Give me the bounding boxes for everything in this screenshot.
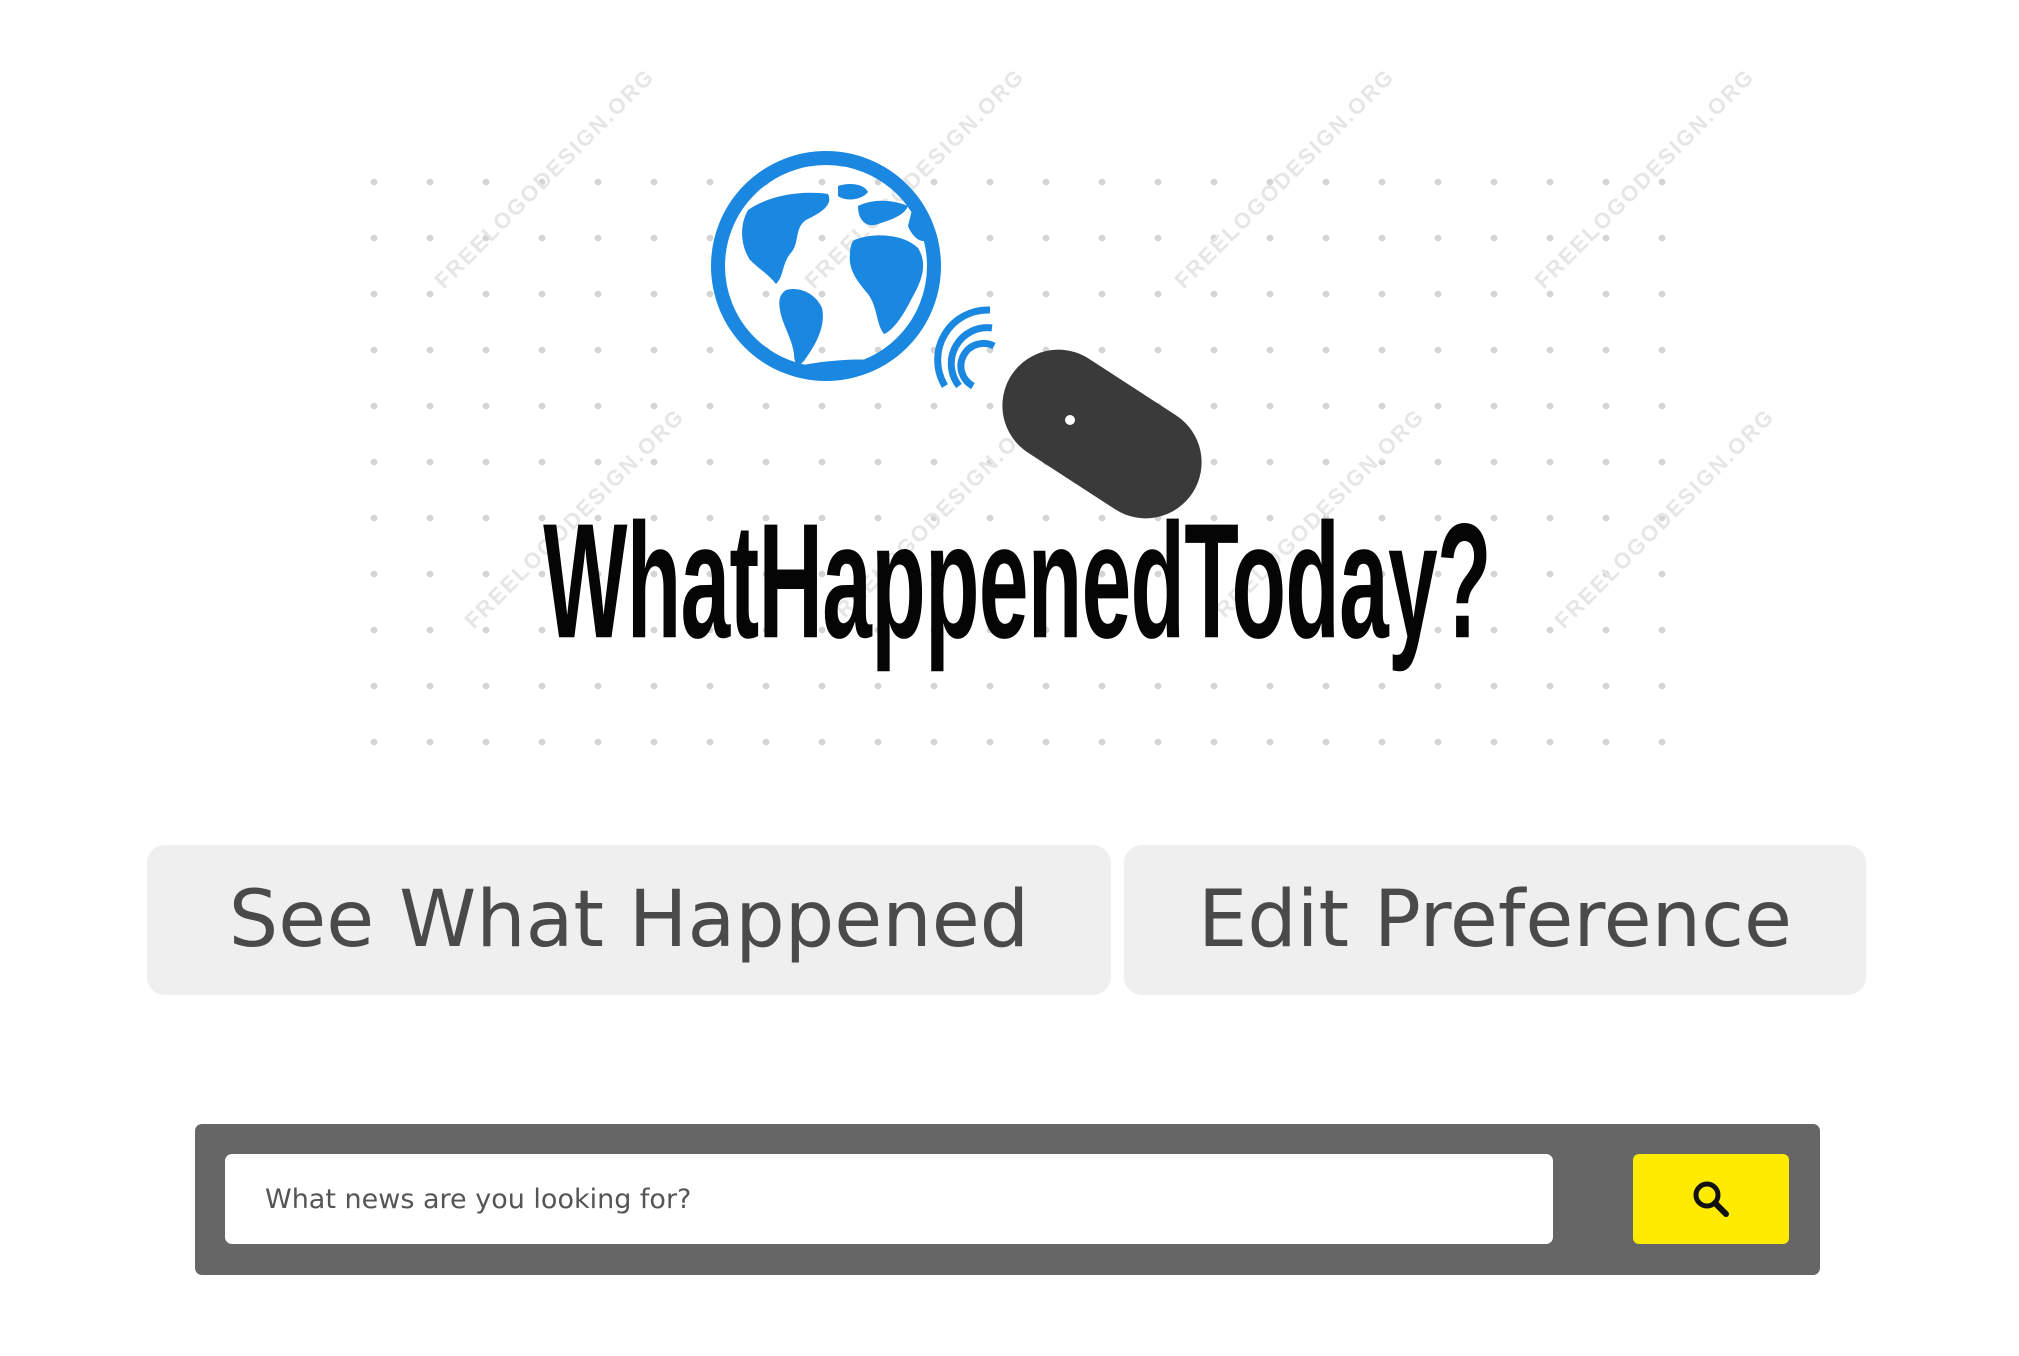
home-page: FREELOGODESIGN.ORG FREELOGODESIGN.ORG FR… <box>0 0 2019 1356</box>
logo-wordmark: WhatHappenedToday? <box>543 490 1491 673</box>
see-what-happened-button[interactable]: See What Happened <box>147 845 1111 995</box>
globe-icon <box>711 151 941 381</box>
search-button[interactable] <box>1633 1154 1789 1244</box>
search-bar <box>195 1124 1820 1275</box>
edit-preference-button[interactable]: Edit Preference <box>1124 845 1866 995</box>
search-icon <box>1693 1181 1729 1217</box>
search-input[interactable] <box>225 1154 1553 1244</box>
site-logo: FREELOGODESIGN.ORG FREELOGODESIGN.ORG FR… <box>338 63 1779 746</box>
signal-icon <box>934 306 996 390</box>
